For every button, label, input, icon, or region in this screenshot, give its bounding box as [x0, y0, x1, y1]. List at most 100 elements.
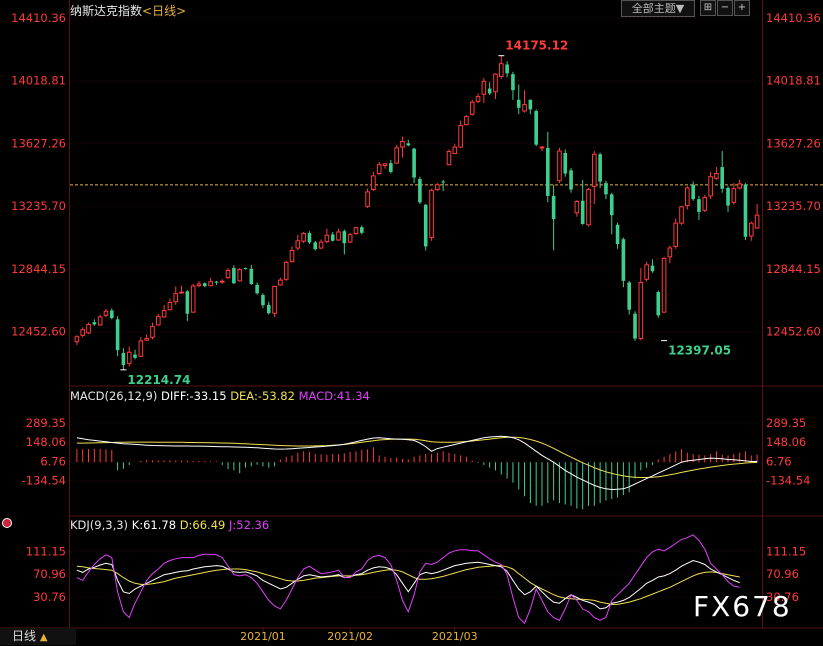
candle-body-up [318, 241, 324, 249]
price-extreme-label: 14175.12 [505, 39, 568, 53]
candle-body-up [493, 73, 498, 93]
candle-body-down [691, 184, 695, 200]
candle-body-up [498, 63, 504, 78]
candle-body-down [92, 322, 97, 325]
kdj-j-value: J:52.36 [229, 518, 270, 532]
candle-body-down [249, 268, 254, 285]
candle-body-down [743, 184, 748, 237]
candle-body-up [103, 310, 109, 316]
price-tick-label-left: 12452.60 [11, 325, 66, 339]
candle-body-down [569, 170, 573, 190]
candle-body-up [708, 176, 713, 197]
macd-tick-label-right: 289.35 [766, 416, 806, 430]
candle-body-down [359, 227, 364, 233]
macd-tick-label-right: 6.76 [766, 454, 792, 468]
candle-body-up [574, 201, 580, 214]
candle-body-up [429, 189, 434, 239]
candle-body-up [673, 222, 679, 247]
candle-body-up [638, 281, 644, 340]
stock-chart[interactable]: 14410.36 14410.36 14018.81 14018.81 13627.26… [0, 0, 823, 645]
kdj-toggle-icon[interactable] [2, 518, 12, 528]
price-tick-label-right: 13235.70 [766, 199, 821, 213]
candle-body-up [685, 187, 690, 207]
time-label: 2021/03 [432, 630, 478, 643]
price-extreme-label: 12214.74 [127, 373, 190, 387]
candle-body-down [109, 310, 114, 319]
macd-tick-label-right: -134.54 [766, 474, 810, 488]
candle-body-down [406, 143, 411, 146]
candle-body-up [382, 163, 388, 166]
kdj-label: KDJ(9,3,3) [70, 518, 129, 532]
candle-body-down [563, 152, 568, 174]
candle-body-up [586, 189, 591, 226]
candle-body-up [394, 147, 399, 164]
candle-body-up [714, 172, 719, 179]
candle-body-up [731, 188, 737, 203]
price-tick-label-left: 13235.70 [11, 199, 66, 213]
candle-body-up [278, 279, 283, 286]
candle-body-up [208, 281, 213, 287]
price-tick-label-right: 12452.60 [766, 325, 821, 339]
price-tick-label-left: 14410.36 [11, 11, 66, 25]
candle-body-up [347, 234, 353, 243]
chart-title: 纳斯达克指数<日线> [70, 2, 186, 19]
macd-tick-label-left: 289.35 [26, 416, 66, 430]
candle-body-down [255, 284, 259, 294]
candle-body-up [365, 191, 370, 207]
candle-body-down [720, 167, 725, 189]
theme-dropdown-button[interactable]: 全部主题▼ [621, 0, 695, 17]
candle-body-up [452, 146, 458, 154]
candle-body-down [487, 88, 492, 94]
time-label: 2021/01 [240, 630, 286, 643]
fx678-logo: FX678 [693, 590, 792, 623]
chart-background [0, 0, 823, 645]
macd-tick-label-left: 148.06 [26, 435, 66, 449]
time-label: 2021/02 [327, 630, 373, 643]
candle-body-down [615, 224, 620, 245]
macd-value: MACD:41.34 [298, 389, 370, 403]
kdj-tick-label-left: 70.96 [33, 567, 66, 581]
candle-body-up [173, 293, 179, 303]
candle-body-down [627, 282, 631, 310]
candle-body-up [458, 124, 463, 148]
candle-body-down [412, 148, 416, 178]
candle-body-down [313, 242, 318, 250]
candle-body-up [679, 206, 684, 224]
candle-body-up [97, 316, 103, 326]
candle-body-down [546, 147, 550, 196]
price-tick-label-left: 13627.26 [11, 136, 66, 150]
candle-body-up [272, 285, 277, 314]
candle-body-up [667, 247, 673, 258]
candle-body-up [754, 214, 760, 229]
candle-body-down [621, 239, 626, 281]
macd-diff-value: DIFF:-33.15 [161, 389, 227, 403]
candle-body-up [644, 264, 649, 280]
candle-body-up [475, 96, 481, 102]
candle-body-down [389, 163, 393, 172]
zoom-out-icon[interactable]: − [717, 0, 733, 16]
triangle-up-icon: ▲ [39, 632, 48, 643]
candle-body-up [179, 291, 184, 294]
candle-body-down [528, 99, 533, 110]
candle-body-up [138, 340, 144, 357]
candle-body-up [86, 324, 91, 334]
candle-body-up [289, 249, 295, 263]
candle-body-up [371, 175, 376, 191]
macd-tick-label-left: 6.76 [40, 454, 66, 468]
candle-body-up [74, 336, 80, 343]
price-tick-label-left: 12844.15 [11, 262, 66, 276]
period-selector-button[interactable]: 日线 ▲ [0, 628, 76, 645]
period-label[interactable]: <日线> [142, 4, 186, 18]
macd-tick-label-right: 148.06 [766, 435, 806, 449]
candle-body-down [604, 183, 608, 195]
macd-tick-label-left: -134.54 [22, 474, 66, 488]
zoom-in-icon[interactable]: + [734, 0, 750, 16]
grid-icon[interactable]: ⊞ [700, 0, 716, 16]
candle-body-down [418, 179, 422, 203]
candle-body-up [295, 240, 301, 249]
candle-body-up [469, 101, 475, 115]
candle-body-down [261, 294, 265, 306]
kdj-tick-label-left: 111.15 [26, 544, 66, 558]
kdj-header: KDJ(9,3,3) K:61.78 D:66.49 J:52.36 [70, 518, 269, 532]
price-tick-label-left: 14018.81 [11, 74, 66, 88]
